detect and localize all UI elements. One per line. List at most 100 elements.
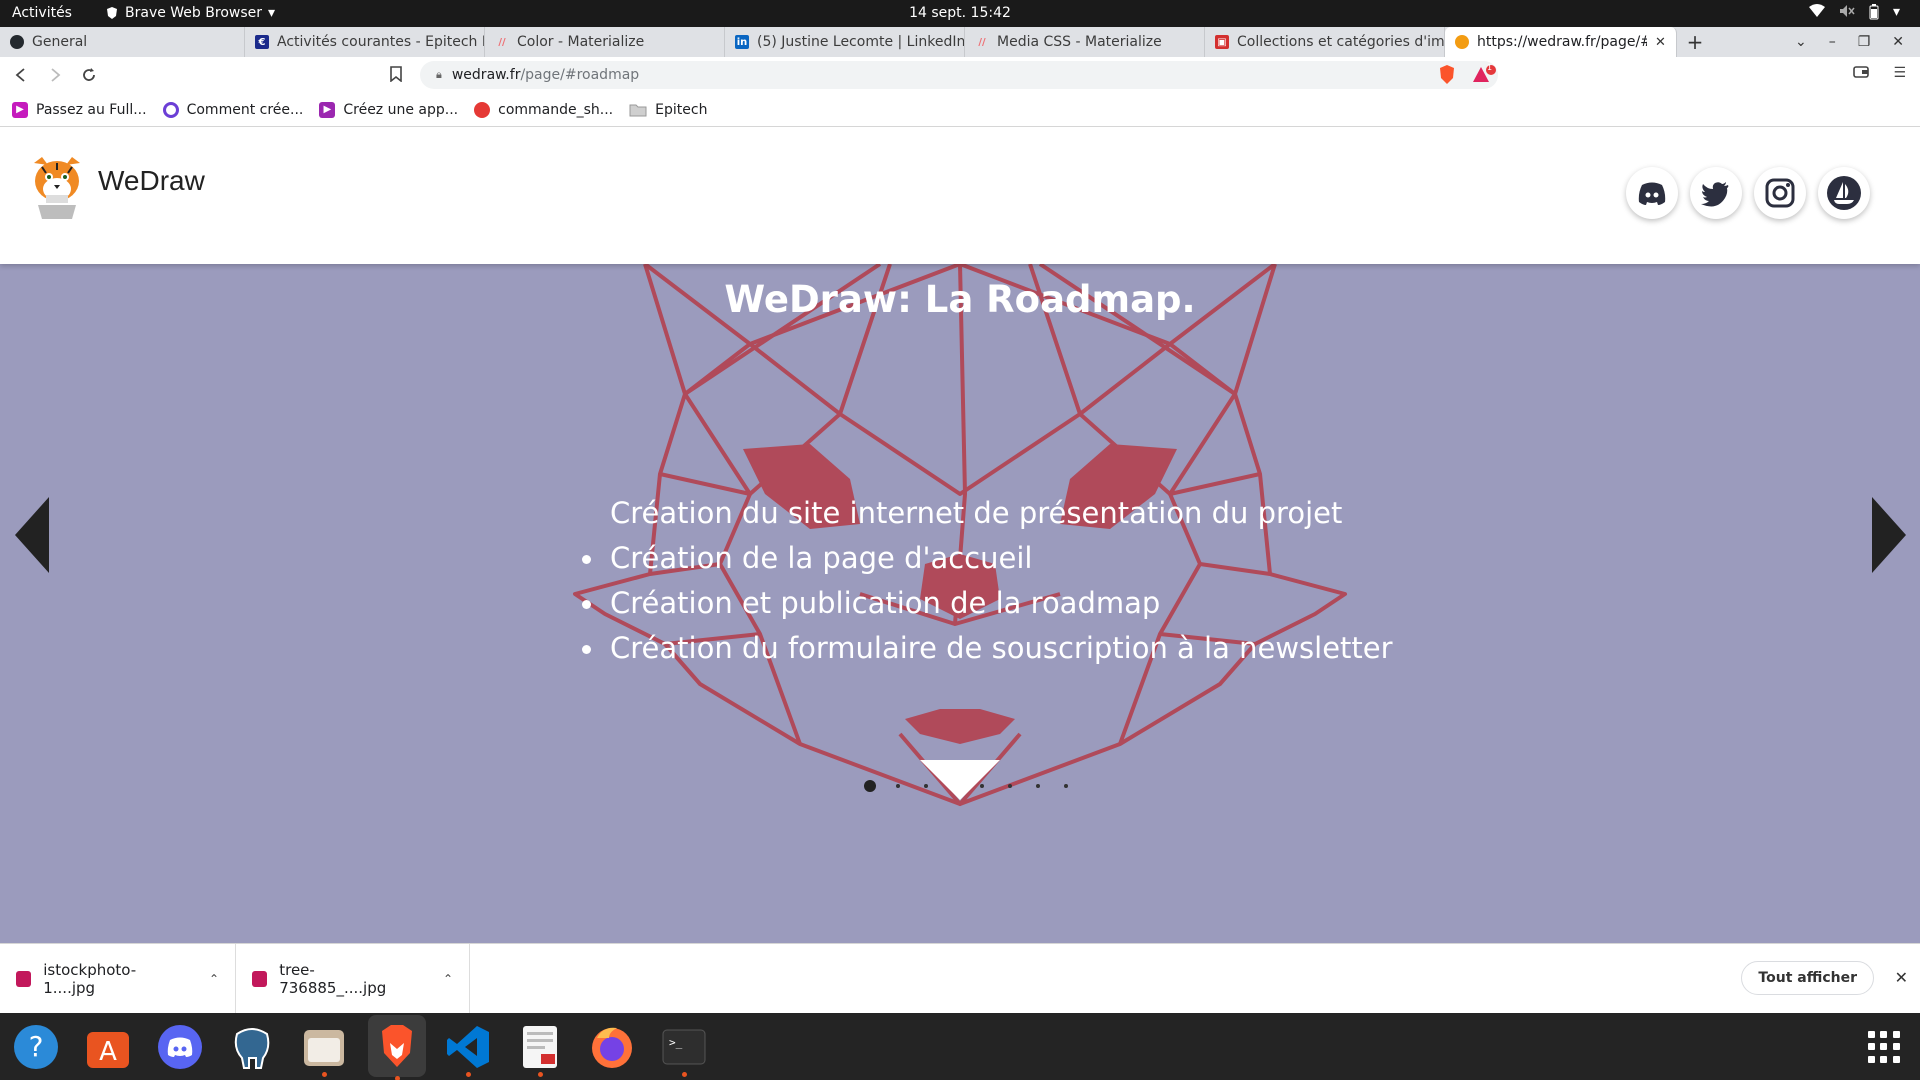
app-center-icon: A xyxy=(87,1032,129,1068)
clock[interactable]: 14 sept. 15:42 xyxy=(909,5,1011,21)
opensea-link[interactable] xyxy=(1818,167,1870,219)
bookmark-item[interactable]: Comment crée... xyxy=(162,101,304,118)
url-path: /page/#roadmap xyxy=(520,67,640,83)
brave-rewards-icon[interactable]: 1 xyxy=(1472,63,1496,89)
app-center-app[interactable]: A xyxy=(82,1021,134,1073)
discord-app[interactable] xyxy=(154,1021,206,1073)
carousel-prev-arrow-icon[interactable] xyxy=(15,497,49,573)
running-indicator xyxy=(395,1076,400,1080)
linkedin-icon: in xyxy=(735,35,749,49)
rewards-badge: 1 xyxy=(1487,63,1493,72)
close-download-shelf-icon[interactable]: ✕ xyxy=(1895,968,1908,987)
brave-app[interactable] xyxy=(368,1015,426,1080)
tab-linkedin[interactable]: in (5) Justine Lecomte | LinkedIn xyxy=(725,27,965,57)
app-menu[interactable]: Brave Web Browser ▾ xyxy=(105,5,275,21)
bookmark-page-icon[interactable] xyxy=(390,66,402,86)
close-tab-icon[interactable]: ✕ xyxy=(1655,35,1666,50)
scroll-down-arrow-icon[interactable] xyxy=(920,760,1000,800)
vscode-app[interactable] xyxy=(442,1021,494,1077)
lock-icon: 🔒︎ xyxy=(436,68,442,81)
download-item[interactable]: tree-736885_....jpg ⌃ xyxy=(236,944,470,1014)
tab-label: Media CSS - Materialize xyxy=(997,34,1162,50)
tab-wedraw-active[interactable]: https://wedraw.fr/page/#roadmap ✕ xyxy=(1445,27,1677,57)
bookmark-label: Passez au Full... xyxy=(36,101,147,118)
running-indicator xyxy=(682,1072,687,1077)
show-all-downloads-button[interactable]: Tout afficher xyxy=(1741,961,1874,995)
tab-label: Collections et catégories d'images xyxy=(1237,34,1445,50)
download-filename: istockphoto-1....jpg xyxy=(43,961,137,997)
activities-button[interactable]: Activités xyxy=(12,5,72,21)
bookmark-label: Comment crée... xyxy=(186,101,304,118)
files-folder-icon xyxy=(304,1030,344,1066)
brand-name[interactable]: WeDraw xyxy=(98,165,205,197)
bookmark-item[interactable]: ▶ Passez au Full... xyxy=(12,101,147,118)
back-button[interactable] xyxy=(8,62,34,88)
tab-materialize-media[interactable]: // Media CSS - Materialize xyxy=(965,27,1205,57)
bookmark-item[interactable]: ▶ Créez une app... xyxy=(319,101,458,118)
carousel-next-arrow-icon[interactable] xyxy=(1872,497,1906,573)
instagram-link[interactable] xyxy=(1754,167,1806,219)
carousel-dot[interactable] xyxy=(1024,780,1052,792)
download-shelf: istockphoto-1....jpg ⌃ tree-736885_....j… xyxy=(0,943,1920,1014)
roadmap-item: Création de la page d'accueil xyxy=(582,536,1393,581)
github-icon xyxy=(10,35,24,49)
tab-label: Activités courantes - Epitech Intranet xyxy=(277,34,484,50)
restore-icon[interactable]: ❐ xyxy=(1858,34,1871,50)
help-app[interactable]: ? xyxy=(10,1021,62,1073)
firefox-app[interactable] xyxy=(586,1021,638,1073)
running-indicator xyxy=(322,1072,327,1077)
roadmap-hero: WeDraw: La Roadmap. Création du site int… xyxy=(0,264,1920,943)
discord-link[interactable] xyxy=(1626,167,1678,219)
tab-materialize-color[interactable]: // Color - Materialize xyxy=(485,27,725,57)
bookmark-item[interactable]: commande_sh... xyxy=(474,101,613,118)
tab-epitech-intranet[interactable]: € Activités courantes - Epitech Intranet xyxy=(245,27,485,57)
download-item[interactable]: istockphoto-1....jpg ⌃ xyxy=(0,944,236,1014)
files-app[interactable] xyxy=(298,1021,350,1077)
carousel-dot[interactable] xyxy=(884,780,912,792)
minimize-icon[interactable]: – xyxy=(1829,34,1836,50)
roadmap-item: Création du formulaire de souscription à… xyxy=(582,626,1393,671)
power-menu-icon: ▾ xyxy=(1892,4,1900,20)
new-tab-button[interactable]: + xyxy=(1677,27,1713,57)
address-bar[interactable]: 🔒︎ wedraw.fr /page/#roadmap xyxy=(420,61,1498,89)
tab-label: General xyxy=(32,34,88,50)
opensea-icon xyxy=(1827,176,1861,210)
tab-collections[interactable]: ▣ Collections et catégories d'images xyxy=(1205,27,1445,57)
system-top-bar: Activités Brave Web Browser ▾ 14 sept. 1… xyxy=(0,0,1920,27)
text-editor-app[interactable] xyxy=(514,1021,566,1077)
firefox-icon xyxy=(592,1027,632,1068)
epitech-icon: € xyxy=(255,35,269,49)
forward-button[interactable] xyxy=(42,62,68,88)
carousel-dot[interactable] xyxy=(856,780,884,792)
tab-strip: General € Activités courantes - Epitech … xyxy=(0,27,1920,57)
twitter-link[interactable] xyxy=(1690,167,1742,219)
carousel-dot[interactable] xyxy=(996,780,1024,792)
vscode-icon xyxy=(447,1026,489,1068)
bookmark-label: Epitech xyxy=(655,101,708,118)
system-tray[interactable]: ▾ xyxy=(1808,4,1900,24)
tab-search-icon[interactable]: ⌄ xyxy=(1795,34,1807,50)
carousel-dot[interactable] xyxy=(1052,780,1080,792)
bookmarks-bar: ▶ Passez au Full... Comment crée... ▶ Cr… xyxy=(0,93,1920,127)
chevron-up-icon[interactable]: ⌃ xyxy=(209,972,219,986)
materialize-icon: // xyxy=(978,36,986,48)
tiger-logo-icon[interactable] xyxy=(28,153,86,219)
site-header: WeDraw xyxy=(0,127,1920,264)
discord-icon xyxy=(158,1025,202,1069)
close-window-icon[interactable]: ✕ xyxy=(1892,34,1904,50)
terminal-app[interactable]: >_ xyxy=(658,1021,710,1077)
tab-github[interactable]: General xyxy=(0,27,245,57)
twitter-icon xyxy=(1701,182,1729,207)
collection-icon: ▣ xyxy=(1215,35,1229,49)
roadmap-item: Création et publication de la roadmap xyxy=(582,581,1393,626)
bookmark-folder[interactable]: Epitech xyxy=(629,102,707,118)
instagram-icon xyxy=(1765,178,1795,208)
menu-icon[interactable]: ☰ xyxy=(1893,65,1906,83)
brave-shields-icon[interactable] xyxy=(1438,65,1456,89)
chevron-up-icon[interactable]: ⌃ xyxy=(443,972,453,986)
wallet-icon[interactable] xyxy=(1853,65,1870,83)
pgadmin-app[interactable] xyxy=(226,1021,278,1073)
show-applications-grid-icon[interactable] xyxy=(1868,1031,1900,1063)
reload-button[interactable] xyxy=(76,62,102,88)
folder-icon xyxy=(629,104,647,116)
